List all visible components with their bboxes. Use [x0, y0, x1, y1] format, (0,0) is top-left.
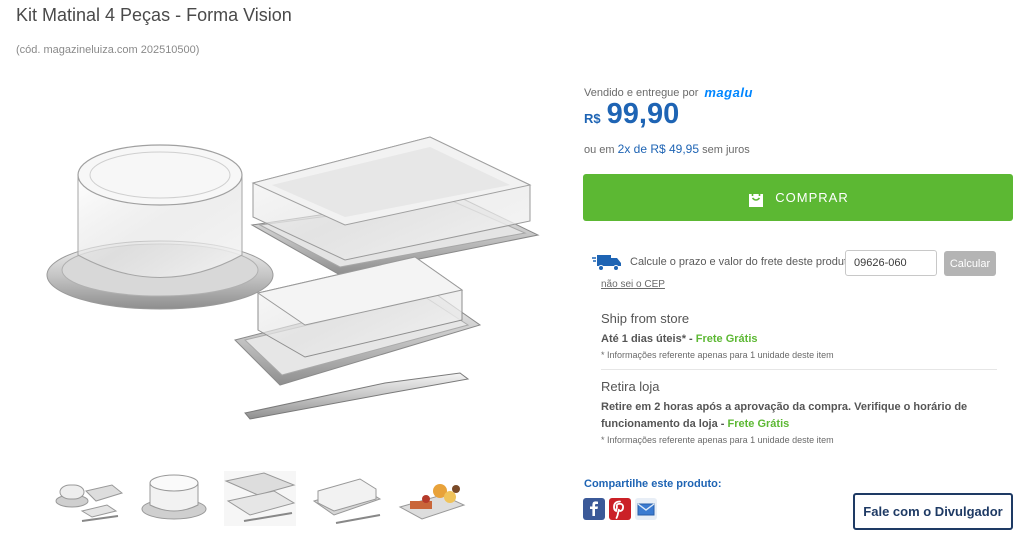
thumbnail-4[interactable]: [310, 471, 382, 526]
thumbnail-strip: [52, 471, 468, 526]
ship-from-store-text: Até 1 dias úteis* -: [601, 333, 696, 345]
buy-button[interactable]: COMPRAR: [583, 174, 1013, 221]
install-value: 2x de R$ 49,95: [617, 142, 700, 156]
facebook-icon[interactable]: [583, 498, 605, 520]
shipping-prompt: Calcule o prazo e valor do frete deste p…: [630, 256, 857, 268]
frete-gratis-label: Frete Grátis: [695, 333, 758, 345]
divider: [601, 369, 997, 370]
pinterest-icon[interactable]: [609, 498, 631, 520]
shopping-bag-icon: [749, 189, 764, 207]
price: R$ 99,90: [584, 98, 679, 131]
product-main-image: [46, 136, 540, 420]
buy-label: COMPRAR: [775, 190, 849, 205]
thumbnail-2[interactable]: [138, 471, 210, 526]
ship-from-store-title: Ship from store: [601, 311, 690, 326]
page-title: Kit Matinal 4 Peças - Forma Vision: [16, 5, 292, 25]
thumbnail-3[interactable]: [224, 471, 296, 526]
install-prefix: ou em: [584, 144, 615, 156]
nao-sei-cep-link[interactable]: não sei o CEP: [601, 279, 665, 290]
retira-loja-line: Retire em 2 horas após a aprovação da co…: [601, 399, 981, 433]
product-code: (cód. magazineluiza.com 202510500): [16, 44, 200, 56]
frete-gratis-label: Frete Grátis: [727, 418, 790, 430]
ship-from-store-line: Até 1 dias úteis* - Frete Grátis: [601, 331, 961, 348]
retira-loja-note: * Informações referente apenas para 1 un…: [601, 435, 834, 445]
shipping-calc: Calcule o prazo e valor do frete deste p…: [592, 252, 856, 272]
ship-from-store-note: * Informações referente apenas para 1 un…: [601, 350, 834, 360]
retira-loja-title: Retira loja: [601, 379, 660, 394]
installments: ou em 2x de R$ 49,95 sem juros: [584, 142, 750, 156]
thumbnail-1[interactable]: [52, 471, 124, 526]
truck-icon: [592, 255, 621, 271]
email-icon[interactable]: [635, 498, 657, 520]
install-suffix: sem juros: [702, 144, 750, 156]
price-currency: R$: [584, 111, 601, 126]
fale-com-divulgador-button[interactable]: Fale com o Divulgador: [853, 493, 1013, 530]
calcular-button[interactable]: Calcular: [944, 251, 996, 276]
seller-label: Vendido e entregue por: [584, 86, 699, 99]
share-label: Compartilhe este produto:: [584, 478, 722, 490]
magalu-logo: magalu: [704, 85, 753, 100]
price-value: 99,90: [606, 98, 680, 130]
share-icons: [583, 498, 657, 520]
cep-input[interactable]: [845, 250, 937, 276]
thumbnail-5[interactable]: [396, 471, 468, 526]
